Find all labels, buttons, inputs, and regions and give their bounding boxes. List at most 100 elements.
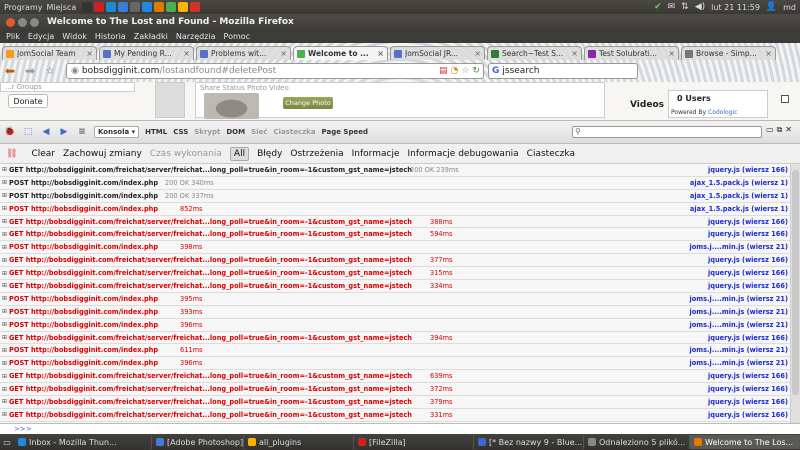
filter-errors[interactable]: Błędy bbox=[257, 149, 282, 159]
expand-toggle-icon[interactable]: ⊞ bbox=[0, 308, 9, 315]
log-row[interactable]: ⊞ POST http://bobsdigginit.com/index.php 3… bbox=[0, 357, 790, 371]
log-source-link[interactable]: joms.j....min.js (wiersz 21) bbox=[689, 243, 788, 251]
log-row[interactable]: ⊞ POST http://bobsdigginit.com/index.php 8… bbox=[0, 203, 790, 216]
log-row[interactable]: ⊞ GET http://bobsdigginit.com/freichat/se… bbox=[0, 228, 790, 242]
log-request[interactable]: GET http://bobsdigginit.com/freichat/ser… bbox=[9, 398, 412, 406]
maximize-window-icon[interactable] bbox=[30, 17, 39, 27]
filter-warnings[interactable]: Ostrzeżenia bbox=[290, 149, 343, 159]
task-thunderbird[interactable]: Inbox - Mozilla Thun... bbox=[14, 435, 152, 449]
log-request[interactable]: GET http://bobsdigginit.com/freichat/ser… bbox=[9, 256, 412, 264]
tab-welcome[interactable]: Welcome to ... × bbox=[293, 46, 388, 60]
firebug-search-input[interactable]: ⚲ bbox=[572, 126, 762, 138]
tab-konsola[interactable]: Konsola ▾ bbox=[94, 126, 140, 138]
clear-button[interactable]: Clear bbox=[31, 149, 55, 159]
log-request[interactable]: GET http://bobsdigginit.com/freichat/ser… bbox=[9, 385, 412, 393]
bug-icon[interactable]: ⛓ bbox=[6, 149, 17, 159]
log-request[interactable]: GET http://bobsdigginit.com/freichat/ser… bbox=[9, 411, 412, 419]
expand-toggle-icon[interactable]: ⊞ bbox=[0, 244, 9, 251]
log-source-link[interactable]: ajax_1.5.pack.js (wiersz 1) bbox=[690, 192, 788, 200]
log-source-link[interactable]: ajax_1.5.pack.js (wiersz 1) bbox=[690, 179, 788, 187]
show-desktop-icon[interactable]: ▭ bbox=[0, 438, 14, 447]
expand-toggle-icon[interactable]: ⊞ bbox=[0, 334, 9, 341]
expand-toggle-icon[interactable]: ⊞ bbox=[0, 398, 9, 405]
persist-button[interactable]: Zachowuj zmiany bbox=[63, 149, 142, 159]
tab-test-solubrati[interactable]: Test Solubrati... × bbox=[584, 46, 679, 60]
expand-toggle-icon[interactable]: ⊞ bbox=[0, 257, 9, 264]
reload-icon[interactable]: ↻ bbox=[472, 66, 480, 76]
log-source-link[interactable]: jquery.js (wiersz 166) bbox=[708, 385, 788, 393]
close-window-icon[interactable] bbox=[6, 17, 15, 27]
settings-icon[interactable] bbox=[130, 2, 141, 12]
site-identity-icon[interactable]: ◉ bbox=[71, 66, 79, 76]
inspect-icon[interactable]: ⬚ bbox=[22, 126, 34, 138]
expand-toggle-icon[interactable]: ⊞ bbox=[0, 179, 9, 186]
tab-ciasteczka[interactable]: Ciasteczka bbox=[273, 128, 315, 136]
log-source-link[interactable]: ajax_1.5.pack.js (wiersz 1) bbox=[690, 205, 788, 213]
task-all-plugins[interactable]: all_plugins bbox=[244, 435, 354, 449]
tab-skrypt[interactable]: Skrypt bbox=[194, 128, 220, 136]
expand-toggle-icon[interactable]: ⊞ bbox=[0, 231, 9, 238]
menu-widok[interactable]: Widok bbox=[62, 32, 87, 41]
menu-edycja[interactable]: Edycja bbox=[28, 32, 54, 41]
log-row[interactable]: ⊞ POST http://bobsdigginit.com/index.php 3… bbox=[0, 241, 790, 255]
log-row[interactable]: ⊞ GET http://bobsdigginit.com/freichat/se… bbox=[0, 332, 790, 345]
tab-css[interactable]: CSS bbox=[173, 128, 188, 136]
log-source-link[interactable]: jquery.js (wiersz 166) bbox=[708, 230, 788, 238]
url-bar[interactable]: ◉ bobsdigginit.com/lostandfound#deletePo… bbox=[66, 63, 484, 79]
log-source-link[interactable]: joms.j....min.js (wiersz 21) bbox=[689, 359, 788, 367]
log-request[interactable]: POST http://bobsdigginit.com/index.php bbox=[9, 346, 158, 354]
change-photo-button[interactable]: Change Photo bbox=[283, 97, 333, 109]
expand-toggle-icon[interactable]: ⊞ bbox=[0, 347, 9, 354]
expand-toggle-icon[interactable]: ⊞ bbox=[0, 360, 9, 367]
close-tab-icon[interactable]: × bbox=[472, 49, 481, 58]
expand-toggle-icon[interactable]: ⊞ bbox=[0, 218, 9, 225]
log-request[interactable]: GET http://bobsdigginit.com/freichat/ser… bbox=[9, 230, 412, 238]
search-bar[interactable]: G jssearch bbox=[488, 63, 638, 79]
expand-toggle-icon[interactable]: ⊞ bbox=[0, 373, 9, 380]
log-request[interactable]: GET http://bobsdigginit.com/freichat/ser… bbox=[9, 269, 412, 277]
log-source-link[interactable]: jquery.js (wiersz 166) bbox=[708, 334, 788, 342]
expand-toggle-icon[interactable]: ⊞ bbox=[0, 192, 9, 199]
forward-icon[interactable]: ➡ bbox=[22, 63, 38, 79]
bookmark-star-icon[interactable]: ☆ bbox=[42, 63, 58, 79]
log-row[interactable]: ⊞ GET http://bobsdigginit.com/freichat/se… bbox=[0, 254, 790, 268]
filter-info[interactable]: Informacje bbox=[352, 149, 400, 159]
tab-browse-simp[interactable]: Browse - Simp... × bbox=[681, 46, 776, 60]
volume-icon[interactable]: ◀) bbox=[695, 2, 705, 12]
minimize-icon[interactable]: ▭ bbox=[766, 125, 774, 135]
nav-forward-icon[interactable]: ▶ bbox=[58, 126, 70, 138]
close-tab-icon[interactable]: × bbox=[666, 49, 675, 58]
back-icon[interactable]: ⬅ bbox=[2, 63, 18, 79]
tab-pending[interactable]: My Pending R... × bbox=[99, 46, 194, 60]
chrome-icon[interactable] bbox=[166, 2, 177, 12]
close-icon[interactable]: ✕ bbox=[785, 125, 792, 135]
log-request[interactable]: POST http://bobsdigginit.com/index.php bbox=[9, 192, 158, 200]
close-tab-icon[interactable]: × bbox=[278, 49, 287, 58]
tab-jomsocial-team[interactable]: JomSocial Team × bbox=[2, 46, 97, 60]
log-request[interactable]: POST http://bobsdigginit.com/index.php bbox=[9, 243, 158, 251]
log-source-link[interactable]: jquery.js (wiersz 166) bbox=[708, 269, 788, 277]
log-row[interactable]: ⊞ GET http://bobsdigginit.com/freichat/se… bbox=[0, 216, 790, 229]
share-tabs-label[interactable]: Share Status Photo Video bbox=[200, 84, 289, 92]
skype-icon[interactable] bbox=[106, 2, 117, 12]
log-request[interactable]: POST http://bobsdigginit.com/index.php bbox=[9, 308, 158, 316]
log-request[interactable]: GET http://bobsdigginit.com/freichat/ser… bbox=[9, 334, 412, 342]
menu-programy[interactable]: Programy bbox=[4, 3, 43, 12]
log-row[interactable]: ⊞ GET http://bobsdigginit.com/freichat/se… bbox=[0, 409, 790, 422]
console-scrollbar[interactable] bbox=[790, 164, 800, 423]
log-source-link[interactable]: jquery.js (wiersz 166) bbox=[708, 372, 788, 380]
firebug-icon[interactable]: 🐞 bbox=[4, 126, 16, 138]
task-bluefish[interactable]: [* Bez nazwy 9 - Blue... bbox=[474, 435, 584, 449]
log-request[interactable]: POST http://bobsdigginit.com/index.php bbox=[9, 179, 158, 187]
detach-icon[interactable]: ⧉ bbox=[777, 125, 783, 135]
tab-problems[interactable]: Problems wit... × bbox=[196, 46, 291, 60]
stop-icon[interactable] bbox=[190, 2, 201, 12]
log-source-link[interactable]: jquery.js (wiersz 166) bbox=[708, 398, 788, 406]
expand-toggle-icon[interactable]: ⊞ bbox=[0, 166, 9, 173]
log-source-link[interactable]: joms.j....min.js (wiersz 21) bbox=[689, 295, 788, 303]
log-row[interactable]: ⊞ POST http://bobsdigginit.com/index.php 2… bbox=[0, 190, 790, 203]
close-tab-icon[interactable]: × bbox=[375, 49, 384, 58]
log-request[interactable]: GET http://bobsdigginit.com/freichat/ser… bbox=[9, 166, 412, 174]
log-row[interactable]: ⊞ POST http://bobsdigginit.com/index.php 3… bbox=[0, 306, 790, 319]
user-icon[interactable]: 👤 bbox=[766, 2, 777, 12]
